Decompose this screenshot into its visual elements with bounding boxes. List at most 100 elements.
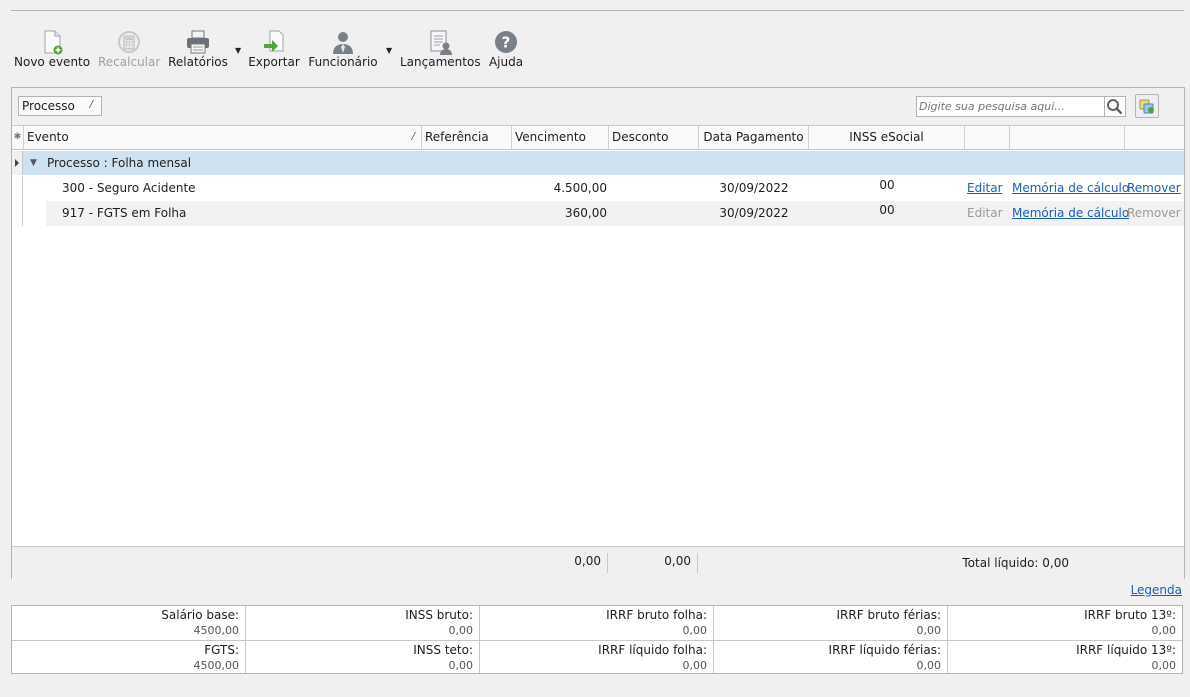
ajuda-label: Ajuda bbox=[488, 55, 524, 69]
sort-indicator-icon: / bbox=[411, 131, 415, 142]
irrf-bruto-ferias-label: IRRF bruto férias: bbox=[836, 608, 941, 622]
memoria-de-calculo-link[interactable]: Memória de cálculo bbox=[1012, 201, 1129, 226]
filter-options-button[interactable] bbox=[1135, 94, 1159, 118]
filter-options-icon bbox=[1139, 99, 1154, 114]
column-vencimento-label: Vencimento bbox=[515, 130, 586, 144]
column-data-pagamento-label: Data Pagamento bbox=[703, 130, 804, 144]
search-icon bbox=[1107, 99, 1123, 115]
novo-evento-button[interactable]: Novo evento bbox=[14, 28, 90, 72]
row-indicator[interactable] bbox=[12, 201, 23, 226]
data-pagamento-cell: 30/09/2022 bbox=[719, 181, 789, 195]
row-indent bbox=[23, 201, 46, 226]
column-inss-esocial-label: INSS eSocial bbox=[849, 130, 924, 144]
irrf-liquido-13-cell: IRRF líquido 13º: 0,00 bbox=[948, 641, 1182, 673]
irrf-liquido-13-label: IRRF líquido 13º: bbox=[1076, 643, 1176, 657]
export-icon bbox=[264, 30, 284, 52]
column-chooser-icon[interactable]: ✱ bbox=[12, 126, 24, 149]
fgts-cell: FGTS: 4500,00 bbox=[12, 641, 246, 673]
grid-header: ✱ Evento / Referência Vencimento Descont… bbox=[12, 126, 1184, 150]
editar-link[interactable]: Editar bbox=[967, 176, 1003, 201]
events-grid-panel: Processo / ✱ Evento / Referência Venci bbox=[11, 87, 1185, 579]
irrf-bruto-13-label: IRRF bruto 13º: bbox=[1084, 608, 1176, 622]
relatorios-label: Relatórios bbox=[168, 55, 228, 69]
grid-totals-footer: 0,00 0,00 Total líquido: 0,00 bbox=[12, 546, 1184, 579]
column-header-remover bbox=[1125, 126, 1184, 149]
relatorios-button[interactable]: Relatórios bbox=[168, 28, 228, 72]
inss-bruto-value: 0,00 bbox=[448, 624, 474, 637]
salario-base-value: 4500,00 bbox=[193, 624, 240, 637]
table-row[interactable]: 300 - Seguro Acidente 4.500,00 30/09/202… bbox=[12, 176, 1184, 201]
irrf-bruto-ferias-cell: IRRF bruto férias: 0,00 bbox=[714, 606, 948, 641]
memoria-de-calculo-link[interactable]: Memória de cálculo bbox=[1012, 176, 1129, 201]
irrf-liquido-folha-value: 0,00 bbox=[682, 659, 708, 672]
vencimento-cell: 4.500,00 bbox=[553, 181, 607, 195]
relatorios-dropdown-icon[interactable]: ▼ bbox=[235, 46, 241, 55]
exportar-label: Exportar bbox=[248, 55, 300, 69]
group-by-label: Processo bbox=[22, 99, 75, 113]
irrf-bruto-ferias-value: 0,00 bbox=[916, 624, 942, 637]
vencimento-cell: 360,00 bbox=[565, 206, 607, 220]
employee-icon bbox=[333, 32, 353, 54]
column-header-evento[interactable]: Evento / bbox=[24, 126, 422, 149]
editar-link-disabled[interactable]: Editar bbox=[967, 201, 1003, 226]
total-liquido: Total líquido: 0,00 bbox=[962, 556, 1069, 570]
column-header-inss-esocial[interactable]: INSS eSocial bbox=[809, 126, 965, 149]
irrf-bruto-folha-cell: IRRF bruto folha: 0,00 bbox=[480, 606, 714, 641]
group-by-chip[interactable]: Processo / bbox=[18, 96, 102, 116]
remover-link-disabled[interactable]: Remover bbox=[1127, 201, 1181, 226]
column-referencia-label: Referência bbox=[425, 130, 489, 144]
search-box bbox=[916, 96, 1105, 117]
printer-icon bbox=[187, 30, 209, 54]
top-divider bbox=[11, 10, 1184, 11]
funcionario-button[interactable]: Funcionário bbox=[308, 28, 378, 72]
search-input[interactable] bbox=[917, 97, 1101, 116]
lancamentos-button[interactable]: Lançamentos bbox=[400, 28, 481, 72]
column-header-vencimento[interactable]: Vencimento bbox=[512, 126, 609, 149]
recalcular-label: Recalcular bbox=[98, 55, 161, 69]
inss-esocial-cell: 00 bbox=[879, 178, 895, 192]
exportar-button[interactable]: Exportar bbox=[248, 28, 300, 72]
lancamentos-label: Lançamentos bbox=[400, 55, 481, 69]
column-desconto-label: Desconto bbox=[612, 130, 669, 144]
recalcular-button[interactable]: Recalcular bbox=[98, 28, 160, 72]
column-header-referencia[interactable]: Referência bbox=[422, 126, 512, 149]
table-row[interactable]: 917 - FGTS em Folha 360,00 30/09/2022 00… bbox=[12, 201, 1184, 226]
novo-evento-label: Novo evento bbox=[14, 55, 91, 69]
chevron-down-icon[interactable]: ▼ bbox=[30, 151, 37, 175]
inss-teto-cell: INSS teto: 0,00 bbox=[246, 641, 480, 673]
column-header-editar bbox=[965, 126, 1010, 149]
irrf-bruto-folha-label: IRRF bruto folha: bbox=[606, 608, 707, 622]
legenda-link[interactable]: Legenda bbox=[1131, 583, 1182, 597]
inss-bruto-label: INSS bruto: bbox=[405, 608, 473, 622]
irrf-bruto-folha-value: 0,00 bbox=[682, 624, 708, 637]
group-row[interactable]: ▼ Processo : Folha mensal bbox=[12, 151, 1184, 175]
inss-teto-value: 0,00 bbox=[448, 659, 474, 672]
remover-link[interactable]: Remover bbox=[1127, 176, 1181, 201]
inss-teto-label: INSS teto: bbox=[413, 643, 473, 657]
irrf-bruto-13-cell: IRRF bruto 13º: 0,00 bbox=[948, 606, 1182, 641]
footer-divider bbox=[607, 553, 608, 573]
total-vencimento: 0,00 bbox=[574, 554, 601, 568]
salario-base-cell: Salário base: 4500,00 bbox=[12, 606, 246, 641]
row-indicator[interactable] bbox=[12, 176, 23, 201]
irrf-liquido-folha-label: IRRF líquido folha: bbox=[598, 643, 707, 657]
column-evento-label: Evento bbox=[27, 130, 69, 144]
search-button[interactable] bbox=[1105, 96, 1126, 117]
lancamentos-icon bbox=[430, 30, 452, 55]
footer-divider bbox=[697, 553, 698, 573]
sort-indicator-icon: / bbox=[89, 99, 93, 110]
column-header-data-pagamento[interactable]: Data Pagamento bbox=[699, 126, 809, 149]
ajuda-button[interactable]: ? Ajuda bbox=[486, 28, 526, 72]
data-pagamento-cell: 30/09/2022 bbox=[719, 206, 789, 220]
irrf-liquido-ferias-label: IRRF líquido férias: bbox=[828, 643, 941, 657]
column-header-memoria bbox=[1010, 126, 1125, 149]
inss-esocial-cell: 00 bbox=[879, 203, 895, 217]
column-header-desconto[interactable]: Desconto bbox=[609, 126, 699, 149]
row-indicator[interactable] bbox=[12, 151, 23, 175]
new-document-icon bbox=[44, 30, 63, 55]
funcionario-dropdown-icon[interactable]: ▼ bbox=[386, 46, 392, 55]
irrf-liquido-13-value: 0,00 bbox=[1151, 659, 1177, 672]
row-pointer-icon bbox=[15, 159, 19, 167]
irrf-bruto-13-value: 0,00 bbox=[1151, 624, 1177, 637]
funcionario-label: Funcionário bbox=[308, 55, 378, 69]
